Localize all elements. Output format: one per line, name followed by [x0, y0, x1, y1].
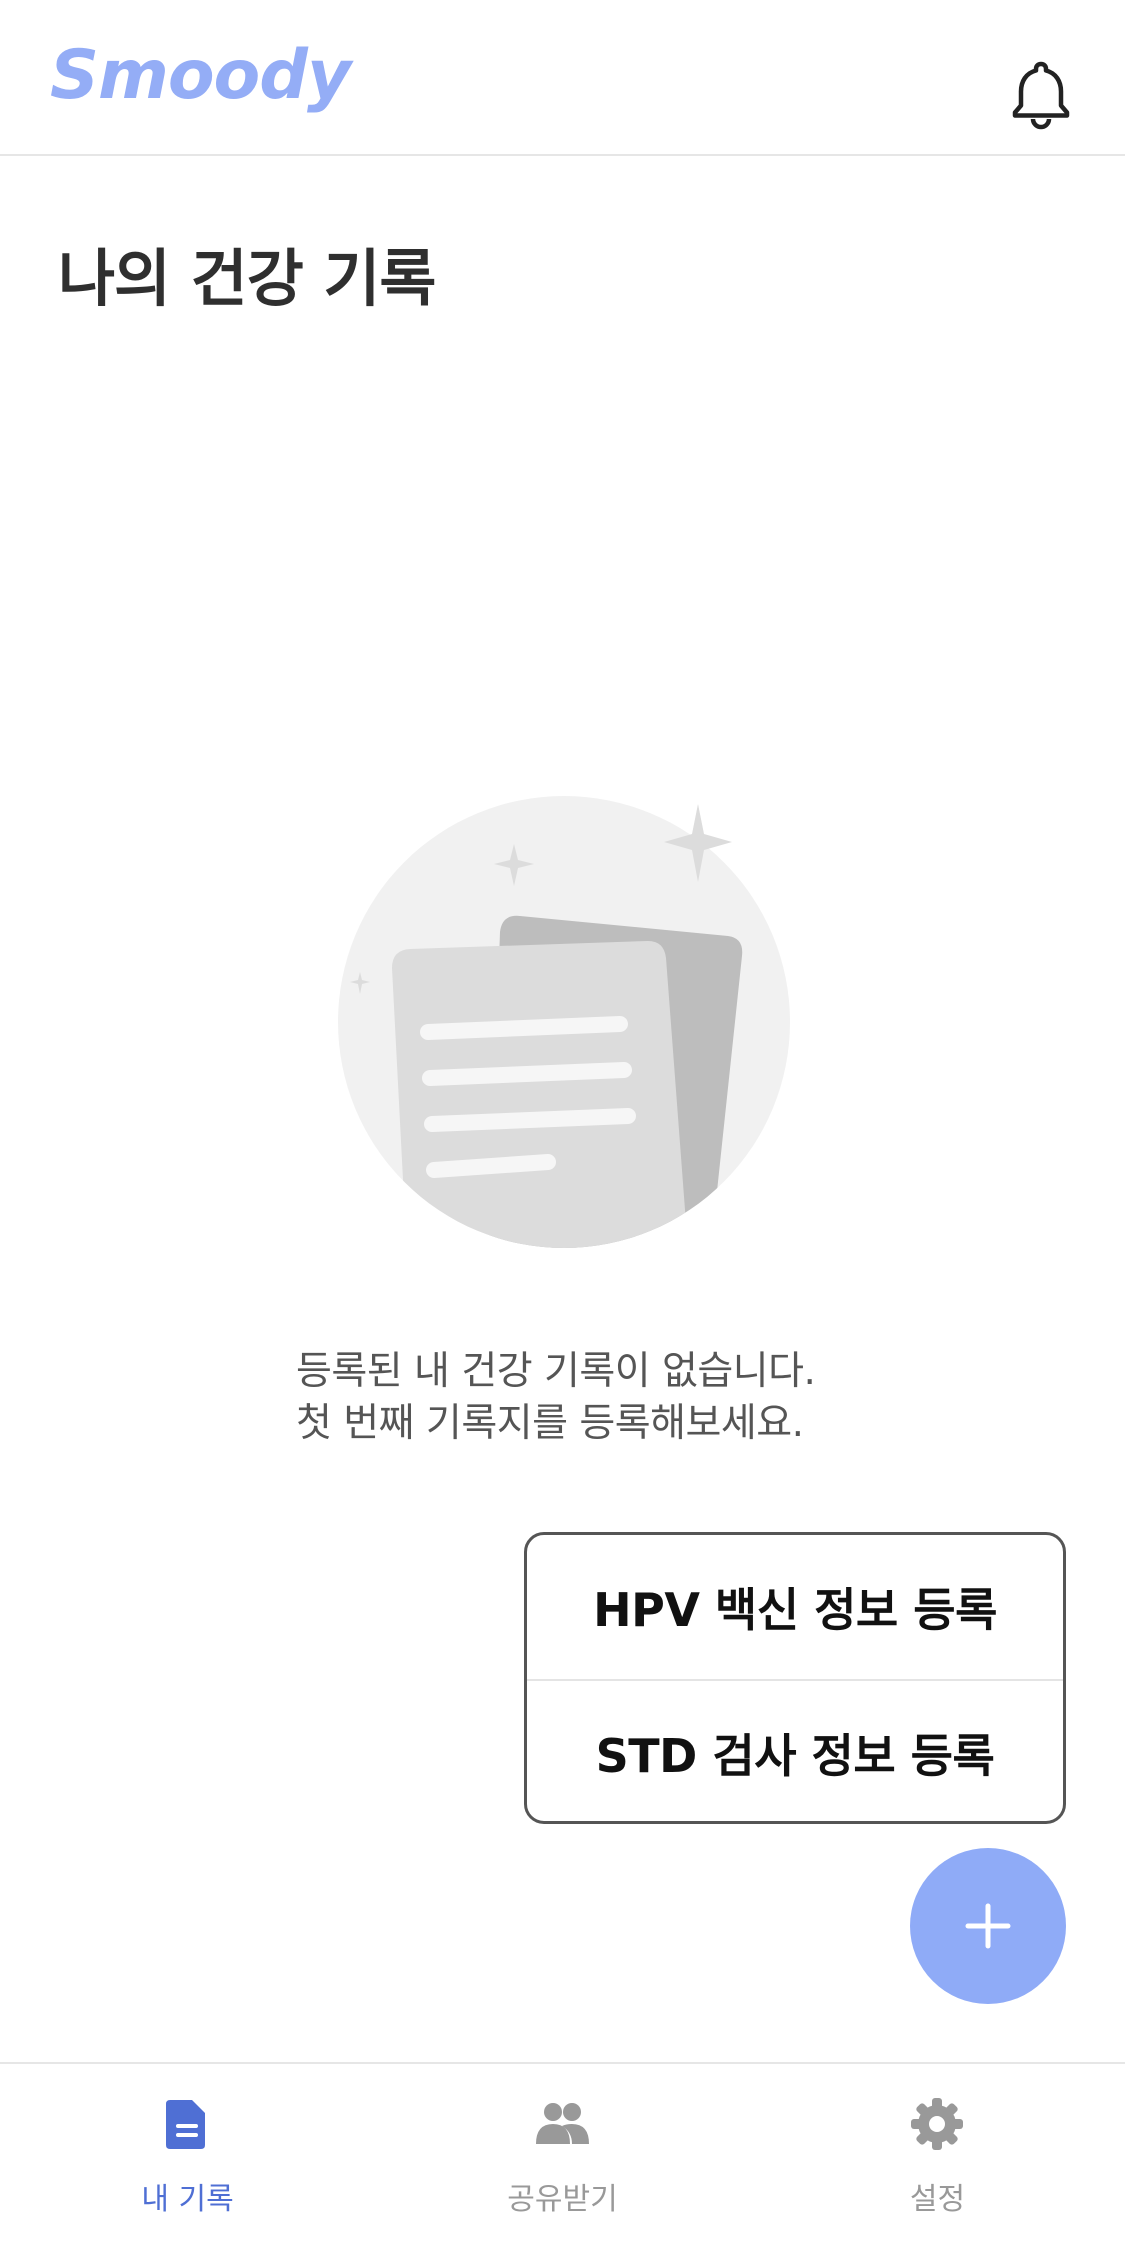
tab-settings[interactable]: 설정: [750, 2064, 1125, 2246]
empty-state-line-2: 첫 번째 기록지를 등록해보세요.: [296, 1401, 804, 1446]
bottom-tab-bar: 내 기록 공유받기 설정: [0, 2062, 1125, 2246]
plus-icon: [965, 1903, 1011, 1949]
app-header: Smoody: [0, 0, 1125, 156]
empty-state-message: 등록된 내 건강 기록이 없습니다. 첫 번째 기록지를 등록해보세요.: [296, 1346, 896, 1450]
tab-shared[interactable]: 공유받기: [375, 2064, 750, 2246]
documents-illustration: [338, 796, 790, 1248]
bell-icon[interactable]: [1002, 56, 1080, 134]
app-logo: Smoody: [50, 36, 351, 115]
empty-state-line-1: 등록된 내 건강 기록이 없습니다.: [296, 1349, 816, 1394]
tab-shared-label: 공유받기: [507, 2182, 618, 2217]
tab-my-records[interactable]: 내 기록: [0, 2064, 375, 2246]
add-record-menu: HPV 백신 정보 등록 STD 검사 정보 등록: [524, 1532, 1066, 1824]
hpv-register-button[interactable]: HPV 백신 정보 등록: [527, 1535, 1063, 1679]
document-icon: [157, 2094, 217, 2154]
people-icon: [532, 2094, 592, 2154]
std-register-button[interactable]: STD 검사 정보 등록: [527, 1681, 1063, 1821]
page-title: 나의 건강 기록: [58, 242, 436, 315]
tab-settings-label: 설정: [909, 2182, 966, 2217]
add-button[interactable]: [910, 1848, 1066, 2004]
tab-my-records-label: 내 기록: [141, 2182, 234, 2217]
gear-icon: [907, 2094, 967, 2154]
